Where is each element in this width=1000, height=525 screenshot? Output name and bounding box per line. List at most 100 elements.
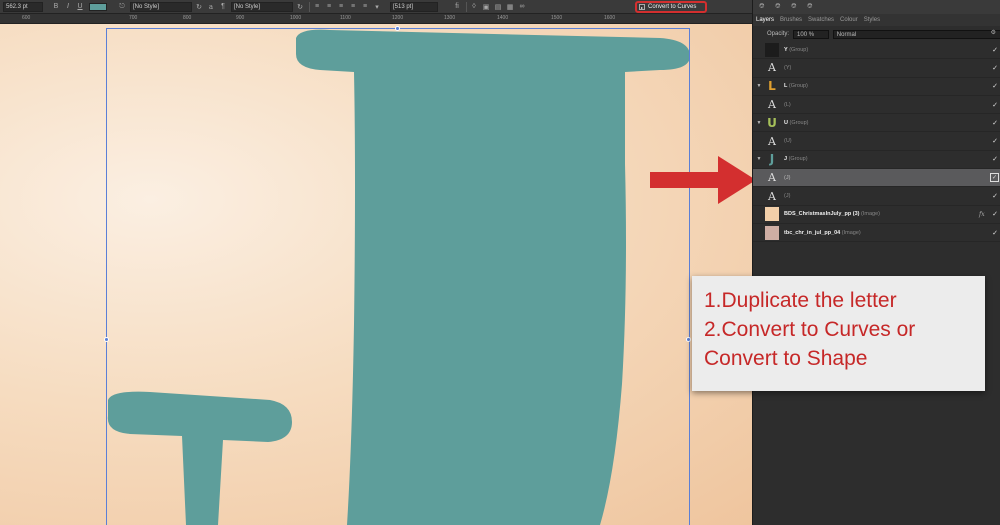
text-style-icon[interactable]: a: [206, 2, 216, 12]
visibility-check-icon[interactable]: ✓: [989, 64, 1000, 72]
leading-field[interactable]: [513 pt]: [390, 1, 438, 12]
layer-row[interactable]: ▼ L L (Group) ✓: [753, 78, 1000, 96]
effects-icon[interactable]: fx: [979, 211, 989, 218]
selection-handle[interactable]: [104, 337, 109, 342]
layer-row[interactable]: ▼ J J (Group) ✓: [753, 151, 1000, 170]
align-top-icon[interactable]: ⎊: [759, 3, 769, 11]
selection-handle[interactable]: [395, 26, 400, 31]
layer-type: (J): [784, 174, 791, 181]
layer-type: (Y): [784, 64, 792, 71]
justify-icon[interactable]: ≡: [348, 2, 358, 12]
visibility-check-icon[interactable]: ✓: [989, 155, 1000, 163]
layer-name: BDS_ChristmasInJuly_pp (3): [784, 211, 860, 218]
ruler-label: 1100: [340, 15, 351, 21]
layer-type: (U): [784, 138, 792, 145]
align-middle-icon[interactable]: ⎊: [775, 3, 785, 11]
ruler-label: 700: [129, 15, 138, 21]
layer-row[interactable]: BDS_ChristmasInJuly_pp (3) (Image) fx ✓: [753, 206, 1000, 224]
font-size-field[interactable]: 562.3 pt: [3, 1, 43, 12]
layer-type: (Group): [789, 119, 809, 126]
visibility-check-icon[interactable]: ✓: [989, 210, 1000, 218]
visibility-check-icon[interactable]: ✓: [989, 229, 1000, 237]
tab-brushes[interactable]: Brushes: [777, 17, 805, 23]
instruction-step-2-continued: Convert to Shape: [704, 347, 868, 370]
tab-colour[interactable]: Colour: [837, 17, 861, 23]
tab-layers[interactable]: Layers: [753, 17, 777, 23]
layer-row-selected[interactable]: A (J) ✓: [753, 169, 1000, 188]
layer-row[interactable]: tbc_chr_in_jul_pp_04 (Image) ✓: [753, 224, 1000, 243]
arrange-icon[interactable]: ▤: [493, 2, 503, 12]
paragraph-icon: ¶: [221, 3, 225, 10]
convert-to-curves-label: Convert to Curves: [648, 4, 697, 10]
layer-type: (Image): [841, 229, 861, 236]
refresh-style-icon[interactable]: ↻: [295, 2, 305, 12]
visibility-check-icon[interactable]: ✓: [989, 192, 1000, 200]
layer-row[interactable]: A (L) ✓: [753, 96, 1000, 115]
italic-button[interactable]: I: [63, 2, 73, 12]
instruction-step-2: 2.Convert to Curves or: [704, 318, 916, 341]
layer-type: (L): [784, 101, 791, 108]
layer-options-icon[interactable]: ⚙: [991, 29, 996, 36]
visibility-check-icon[interactable]: ✓: [989, 119, 1000, 127]
ruler-label: 1200: [392, 15, 404, 21]
selection-handle[interactable]: [686, 337, 691, 342]
underline-button[interactable]: U: [75, 2, 85, 12]
expand-icon[interactable]: ▼: [753, 156, 765, 162]
annotation-arrow: [650, 156, 752, 204]
horizontal-ruler[interactable]: 600 700 800 900 1000 1100 1200 1300 1400…: [0, 14, 752, 24]
visibility-check-icon[interactable]: ✓: [989, 101, 1000, 109]
transform-icon[interactable]: ▣: [481, 2, 491, 12]
visibility-check-icon[interactable]: ✓: [989, 82, 1000, 90]
instruction-callout: 1.Duplicate the letter 2.Convert to Curv…: [692, 276, 985, 391]
align-right-icon[interactable]: ≡: [336, 2, 346, 12]
layer-name: U: [784, 119, 788, 126]
layer-type: (Image): [861, 211, 880, 218]
layer-row[interactable]: A (Y) ✓: [753, 59, 1000, 78]
curves-icon: ▸: [639, 4, 645, 10]
expand-icon[interactable]: ▼: [753, 83, 765, 89]
panel-tabs: Layers Brushes Swatches Colour Styles: [753, 14, 1000, 26]
layer-thumbnail: J: [769, 152, 775, 167]
tab-swatches[interactable]: Swatches: [805, 17, 837, 23]
visibility-check-icon[interactable]: ✓: [990, 173, 999, 183]
blend-mode-select[interactable]: Normal: [832, 29, 1000, 39]
layer-row[interactable]: ▼ U U (Group) ✓: [753, 114, 1000, 133]
ruler-label: 1400: [497, 15, 509, 21]
layer-name: Y: [784, 46, 788, 53]
instruction-step-1: 1.Duplicate the letter: [704, 289, 897, 312]
fill-color-swatch[interactable]: [89, 2, 107, 11]
layers-list: Y (Group) ✓ A (Y) ✓ ▼ L L (Group) ✓ A (L) ✓ ▼ U U …: [753, 41, 1000, 243]
ruler-label: 800: [183, 15, 192, 21]
font-feature-icon[interactable]: fi: [452, 2, 462, 12]
layer-row[interactable]: A (J) ✓: [753, 187, 1000, 206]
distribute-icon[interactable]: ⎊: [807, 3, 817, 11]
layer-thumbnail: L: [768, 79, 776, 94]
link-icon[interactable]: ∞: [517, 2, 527, 12]
align-center-icon[interactable]: ≡: [324, 2, 334, 12]
toolbar-divider: [309, 1, 310, 12]
layer-name: tbc_chr_in_jul_pp_04: [784, 229, 841, 236]
layer-row[interactable]: Y (Group) ✓: [753, 41, 1000, 60]
layer-type: (Group): [788, 83, 808, 90]
expand-icon[interactable]: ▼: [753, 120, 765, 126]
layers-order-icon[interactable]: ▦: [505, 2, 515, 12]
tab-styles[interactable]: Styles: [861, 17, 883, 23]
paragraph-style-select[interactable]: [No Style]: [231, 1, 293, 12]
style-options-icon[interactable]: ↻: [194, 2, 204, 12]
character-style-select[interactable]: [No Style]: [130, 1, 192, 12]
align-bottom-icon[interactable]: ⎊: [791, 3, 801, 11]
visibility-check-icon[interactable]: ✓: [989, 137, 1000, 145]
text-layer-icon: A: [768, 189, 776, 203]
layer-row[interactable]: A (U) ✓: [753, 132, 1000, 151]
opacity-field[interactable]: 100 %: [793, 29, 829, 39]
text-layer-icon: A: [768, 134, 776, 148]
layer-thumbnail: U: [767, 115, 777, 130]
convert-to-curves-button[interactable]: ▸ Convert to Curves: [635, 1, 707, 13]
bold-button[interactable]: B: [51, 2, 61, 12]
vertical-align-icon[interactable]: ≡: [360, 2, 370, 12]
more-align-icon[interactable]: ▾: [372, 2, 382, 12]
document-canvas[interactable]: [0, 24, 752, 525]
visibility-check-icon[interactable]: ✓: [989, 46, 1000, 54]
snap-icon[interactable]: ◊: [469, 2, 479, 12]
align-left-icon[interactable]: ≡: [312, 2, 322, 12]
